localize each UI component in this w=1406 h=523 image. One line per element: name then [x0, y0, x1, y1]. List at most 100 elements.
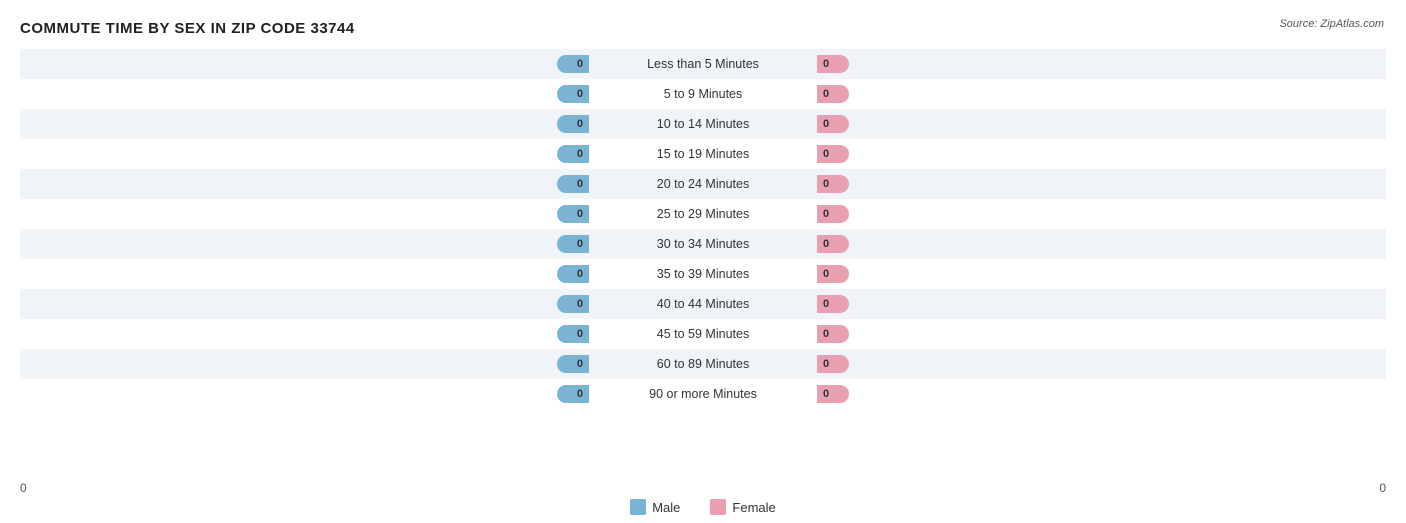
bar-male: 0	[557, 175, 589, 193]
row-label: 35 to 39 Minutes	[593, 267, 813, 281]
row-label: 10 to 14 Minutes	[593, 117, 813, 131]
bar-left-area: 0	[20, 199, 593, 229]
bar-left-area: 0	[20, 289, 593, 319]
bar-female: 0	[817, 235, 849, 253]
bar-male: 0	[557, 295, 589, 313]
table-row: 0 15 to 19 Minutes 0	[20, 139, 1386, 169]
row-label: Less than 5 Minutes	[593, 57, 813, 71]
bar-section-left: 0 60 to 89 Minutes 0	[20, 349, 1386, 379]
bar-female: 0	[817, 175, 849, 193]
bar-right-area: 0	[813, 109, 1386, 139]
axis-right: 0	[1379, 481, 1386, 495]
legend-male: Male	[630, 499, 680, 515]
bar-male: 0	[557, 55, 589, 73]
bar-left-area: 0	[20, 259, 593, 289]
bar-right-area: 0	[813, 199, 1386, 229]
bar-left-area: 0	[20, 229, 593, 259]
table-row: 0 Less than 5 Minutes 0	[20, 49, 1386, 79]
row-label: 40 to 44 Minutes	[593, 297, 813, 311]
bar-left-area: 0	[20, 109, 593, 139]
bar-female: 0	[817, 325, 849, 343]
row-label: 20 to 24 Minutes	[593, 177, 813, 191]
male-value: 0	[577, 148, 583, 160]
bar-male: 0	[557, 235, 589, 253]
table-row: 0 35 to 39 Minutes 0	[20, 259, 1386, 289]
table-row: 0 90 or more Minutes 0	[20, 379, 1386, 409]
female-value: 0	[823, 358, 829, 370]
female-value: 0	[823, 238, 829, 250]
bar-left-area: 0	[20, 319, 593, 349]
male-value: 0	[577, 208, 583, 220]
female-value: 0	[823, 58, 829, 70]
bar-right-area: 0	[813, 139, 1386, 169]
bar-right-area: 0	[813, 319, 1386, 349]
bar-male: 0	[557, 265, 589, 283]
row-label: 5 to 9 Minutes	[593, 87, 813, 101]
bar-male: 0	[557, 325, 589, 343]
source-label: Source: ZipAtlas.com	[1279, 18, 1384, 30]
row-label: 90 or more Minutes	[593, 387, 813, 401]
rows-wrapper: 0 Less than 5 Minutes 0 0 5 to 9 Minutes	[20, 49, 1386, 462]
bar-female: 0	[817, 85, 849, 103]
female-value: 0	[823, 178, 829, 190]
bar-right-area: 0	[813, 49, 1386, 79]
bar-female: 0	[817, 385, 849, 403]
female-value: 0	[823, 208, 829, 220]
bar-male: 0	[557, 355, 589, 373]
bar-section-left: 0 Less than 5 Minutes 0	[20, 49, 1386, 79]
legend: Male Female	[0, 499, 1406, 515]
female-value: 0	[823, 328, 829, 340]
bar-female: 0	[817, 355, 849, 373]
bar-section-left: 0 30 to 34 Minutes 0	[20, 229, 1386, 259]
bar-left-area: 0	[20, 139, 593, 169]
table-row: 0 20 to 24 Minutes 0	[20, 169, 1386, 199]
table-row: 0 10 to 14 Minutes 0	[20, 109, 1386, 139]
chart-area: 0 Less than 5 Minutes 0 0 5 to 9 Minutes	[20, 49, 1386, 462]
male-value: 0	[577, 298, 583, 310]
bar-female: 0	[817, 55, 849, 73]
axis-left: 0	[20, 481, 27, 495]
bar-right-area: 0	[813, 259, 1386, 289]
row-label: 30 to 34 Minutes	[593, 237, 813, 251]
bar-female: 0	[817, 145, 849, 163]
chart-container: COMMUTE TIME BY SEX IN ZIP CODE 33744 So…	[0, 0, 1406, 523]
bar-section-left: 0 5 to 9 Minutes 0	[20, 79, 1386, 109]
bar-section-left: 0 35 to 39 Minutes 0	[20, 259, 1386, 289]
row-label: 45 to 59 Minutes	[593, 327, 813, 341]
female-value: 0	[823, 88, 829, 100]
male-value: 0	[577, 388, 583, 400]
table-row: 0 40 to 44 Minutes 0	[20, 289, 1386, 319]
bar-male: 0	[557, 85, 589, 103]
bar-section-left: 0 20 to 24 Minutes 0	[20, 169, 1386, 199]
bar-left-area: 0	[20, 169, 593, 199]
bar-left-area: 0	[20, 349, 593, 379]
male-value: 0	[577, 58, 583, 70]
bar-male: 0	[557, 145, 589, 163]
bar-left-area: 0	[20, 379, 593, 409]
legend-female-icon	[710, 499, 726, 515]
bar-female: 0	[817, 115, 849, 133]
legend-female: Female	[710, 499, 775, 515]
male-value: 0	[577, 268, 583, 280]
chart-title: COMMUTE TIME BY SEX IN ZIP CODE 33744	[20, 20, 1386, 37]
row-label: 60 to 89 Minutes	[593, 357, 813, 371]
table-row: 0 30 to 34 Minutes 0	[20, 229, 1386, 259]
legend-female-label: Female	[732, 500, 775, 515]
bar-male: 0	[557, 115, 589, 133]
bar-left-area: 0	[20, 49, 593, 79]
legend-male-icon	[630, 499, 646, 515]
bar-section-left: 0 45 to 59 Minutes 0	[20, 319, 1386, 349]
axis-area: 0 0	[20, 477, 1386, 495]
bar-section-left: 0 90 or more Minutes 0	[20, 379, 1386, 409]
female-value: 0	[823, 388, 829, 400]
bar-section-left: 0 25 to 29 Minutes 0	[20, 199, 1386, 229]
legend-male-label: Male	[652, 500, 680, 515]
male-value: 0	[577, 88, 583, 100]
table-row: 0 45 to 59 Minutes 0	[20, 319, 1386, 349]
row-label: 15 to 19 Minutes	[593, 147, 813, 161]
bar-section-left: 0 10 to 14 Minutes 0	[20, 109, 1386, 139]
bar-right-area: 0	[813, 289, 1386, 319]
bar-male: 0	[557, 385, 589, 403]
male-value: 0	[577, 118, 583, 130]
bar-right-area: 0	[813, 79, 1386, 109]
